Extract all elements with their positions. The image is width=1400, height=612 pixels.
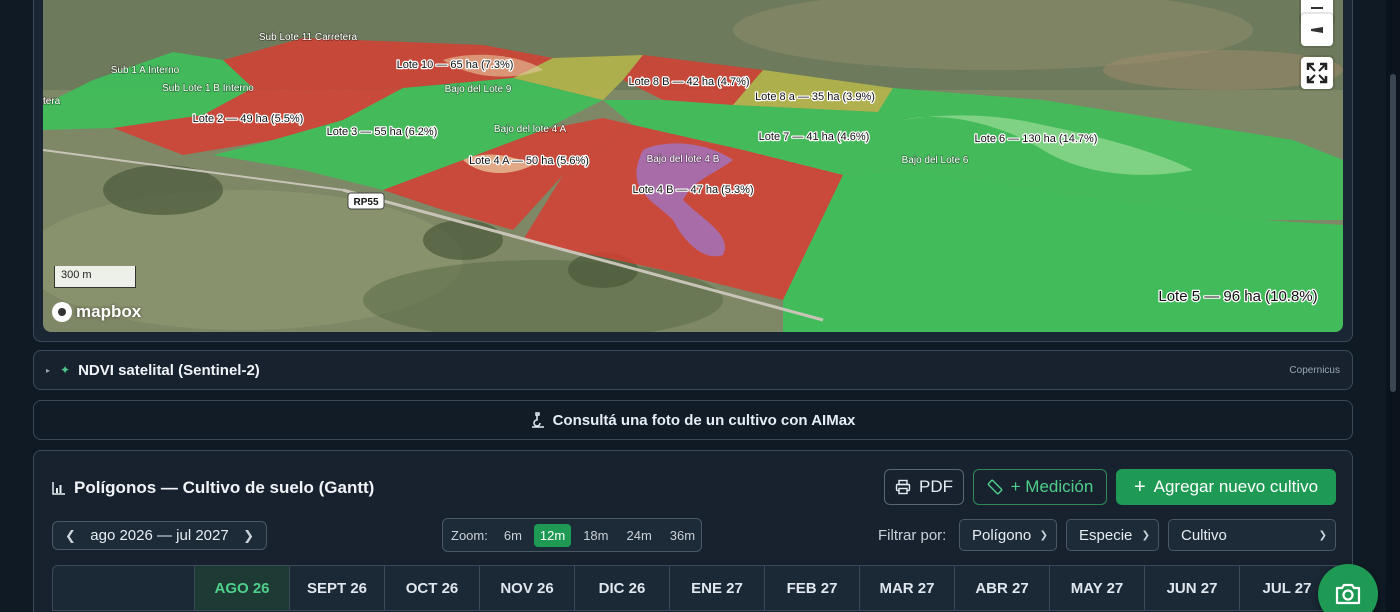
fullscreen-icon	[1306, 62, 1328, 84]
month-header: SEPT 26	[290, 566, 385, 610]
filter-crop-value: Cultivo	[1181, 526, 1227, 544]
fullscreen-button[interactable]	[1301, 57, 1333, 89]
plus-icon: +	[1133, 476, 1146, 498]
ndvi-label: NDVI satelital (Sentinel-2)	[78, 361, 260, 379]
lot-label: Lote 3 — 55 ha (6.2%)	[327, 126, 438, 138]
lot-label: Lote 5 — 96 ha (10.8%)	[1158, 288, 1317, 305]
lot-label: Lote 8 a — 35 ha (3.9%)	[755, 91, 875, 103]
month-header: ABR 27	[955, 566, 1050, 610]
month-header: DIC 26	[575, 566, 670, 610]
chevron-down-icon: ❯	[1039, 529, 1048, 541]
pdf-label: PDF	[919, 477, 953, 496]
medicion-label: + Medición	[1010, 477, 1094, 496]
pdf-button[interactable]: PDF	[884, 469, 964, 505]
month-header: AGO 26	[195, 566, 290, 610]
map-view[interactable]: RP55 Sub Lote 11 Carretera Lote 10 — 65 …	[43, 0, 1343, 332]
month-header: FEB 27	[765, 566, 860, 610]
gantt-header: AGO 26 SEPT 26 OCT 26 NOV 26 DIC 26 ENE …	[52, 565, 1342, 611]
minus-icon	[1311, 7, 1323, 9]
zoom-option-24m[interactable]: 24m	[621, 524, 658, 547]
lot-label: Bajo del lote 4 B	[647, 154, 720, 165]
period-navigator: ❮ ago 2026 — jul 2027 ❯	[52, 521, 267, 550]
filter-polygon-select[interactable]: Polígono ❯	[959, 519, 1057, 551]
lot-label: tera	[43, 96, 61, 107]
filter-label: Filtrar por:	[878, 527, 947, 544]
aimax-photo-button[interactable]: Consultá una foto de un cultivo con AIMa…	[33, 400, 1353, 440]
camera-fab[interactable]	[1318, 564, 1378, 612]
mapbox-logo[interactable]: mapbox	[52, 302, 141, 322]
compass-icon	[1311, 27, 1323, 33]
add-crop-button[interactable]: + Agregar nuevo cultivo	[1116, 469, 1336, 505]
gantt-title-text: Polígonos — Cultivo de suelo (Gantt)	[74, 478, 375, 497]
month-header: MAY 27	[1050, 566, 1145, 610]
filter-species-select[interactable]: Especie ❯	[1066, 519, 1159, 551]
zoom-option-18m[interactable]: 18m	[577, 524, 614, 547]
add-crop-label: Agregar nuevo cultivo	[1153, 477, 1319, 496]
gantt-header-corner	[53, 566, 195, 610]
satellite-icon: ✦	[60, 363, 71, 377]
lot-label: Bajo del Lote 9	[445, 84, 512, 95]
lot-label: Lote 4 A — 50 ha (5.6%)	[469, 155, 589, 167]
chevron-down-icon: ❯	[1318, 529, 1327, 541]
lot-label: Sub 1 A Interno	[111, 65, 180, 76]
month-header: OCT 26	[385, 566, 480, 610]
mapbox-text: mapbox	[76, 302, 142, 321]
filter-species-value: Especie	[1079, 526, 1133, 544]
chevron-left-icon[interactable]: ❮	[65, 528, 76, 544]
lot-label: Lote 6 — 130 ha (14.7%)	[975, 133, 1098, 145]
lot-label: Lote 2 — 49 ha (5.5%)	[193, 113, 304, 125]
map-scale: 300 m	[54, 266, 136, 288]
period-label: ago 2026 — jul 2027	[90, 527, 229, 544]
zoom-option-12m[interactable]: 12m	[533, 523, 572, 547]
lot-label: Bajo del lote 4 A	[494, 124, 567, 135]
ndvi-source: Copernicus	[1289, 364, 1340, 376]
ruler-icon	[987, 479, 1003, 495]
page-scrollbar[interactable]	[1386, 0, 1400, 612]
ndvi-panel-toggle[interactable]: ▸ ✦ NDVI satelital (Sentinel-2) Copernic…	[33, 350, 1353, 390]
lot-label: Lote 4 B — 47 ha (5.3%)	[632, 184, 753, 196]
chevron-down-icon: ❯	[1141, 529, 1150, 541]
road-label: RP55	[353, 197, 378, 208]
compass-button[interactable]	[1301, 14, 1333, 46]
lot-label: Lote 7 — 41 ha (4.6%)	[759, 131, 870, 143]
zoom-label: Zoom:	[451, 527, 488, 543]
zoom-selector: Zoom: 6m 12m 18m 24m 36m	[442, 518, 702, 552]
microscope-icon	[531, 412, 544, 428]
month-header: MAR 27	[860, 566, 955, 610]
lot-label: Sub Lote 1 B Interno	[162, 83, 254, 94]
month-header: JUN 27	[1145, 566, 1240, 610]
aimax-label: Consultá una foto de un cultivo con AIMa…	[552, 411, 856, 429]
zoom-option-6m[interactable]: 6m	[498, 524, 528, 547]
printer-icon	[895, 479, 911, 495]
filter-crop-select[interactable]: Cultivo ❯	[1168, 519, 1336, 551]
month-header: ENE 27	[670, 566, 765, 610]
chevron-right-icon[interactable]: ❯	[243, 528, 254, 544]
medicion-button[interactable]: + Medición	[973, 469, 1107, 505]
lot-label: Lote 10 — 65 ha (7.3%)	[397, 59, 514, 71]
mapbox-icon	[52, 302, 72, 322]
gantt-card: Polígonos — Cultivo de suelo (Gantt) PDF…	[33, 450, 1353, 612]
lot-label: Bajo del Lote 6	[902, 155, 969, 166]
scrollbar-thumb[interactable]	[1390, 74, 1396, 392]
zoom-option-36m[interactable]: 36m	[664, 524, 701, 547]
gantt-title: Polígonos — Cultivo de suelo (Gantt)	[52, 478, 374, 498]
camera-icon	[1335, 583, 1361, 605]
lot-label: Lote 8 B — 42 ha (4.7%)	[628, 76, 749, 88]
bar-chart-icon	[52, 482, 65, 495]
month-header: NOV 26	[480, 566, 575, 610]
filter-polygon-value: Polígono	[972, 526, 1032, 544]
caret-right-icon: ▸	[46, 365, 51, 375]
lot-label: Sub Lote 11 Carretera	[259, 32, 358, 43]
